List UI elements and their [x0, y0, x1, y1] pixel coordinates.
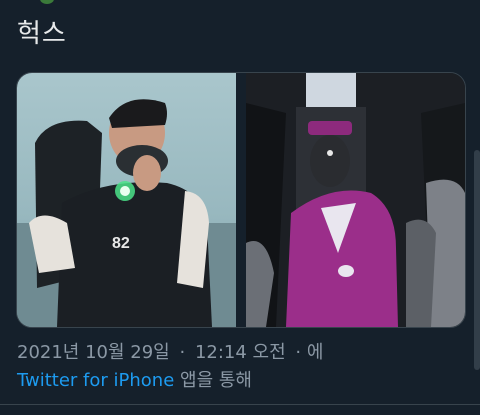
source-app-link[interactable]: Twitter for iPhone: [17, 370, 174, 391]
tweet-date: 2021년 10월 29일: [17, 342, 170, 363]
photo-left-image: 82: [17, 73, 236, 327]
photo-right-image: [246, 73, 465, 327]
jersey-number: 82: [112, 235, 130, 252]
tweet-source: Twitter for iPhone 앱을 통해: [17, 367, 252, 395]
scrollbar[interactable]: [474, 150, 480, 370]
source-suffix: 앱을 통해: [180, 370, 252, 391]
divider: [0, 404, 480, 405]
tweet-time: 12:14 오전: [194, 342, 286, 363]
tweet-screen: { "tweet": { "text": "헉스", "media": [ {"…: [0, 0, 480, 415]
meta-trailing: · 에: [295, 342, 324, 363]
media-grid: 82: [16, 72, 466, 328]
tweet-text: 헉스: [17, 19, 67, 49]
avatar[interactable]: [40, 0, 54, 4]
media-photo-right[interactable]: [246, 73, 465, 327]
tweet-timestamp[interactable]: 2021년 10월 29일 · 12:14 오전 · 에: [17, 338, 327, 368]
media-photo-left[interactable]: 82: [17, 73, 236, 327]
meta-separator: ·: [179, 342, 186, 363]
